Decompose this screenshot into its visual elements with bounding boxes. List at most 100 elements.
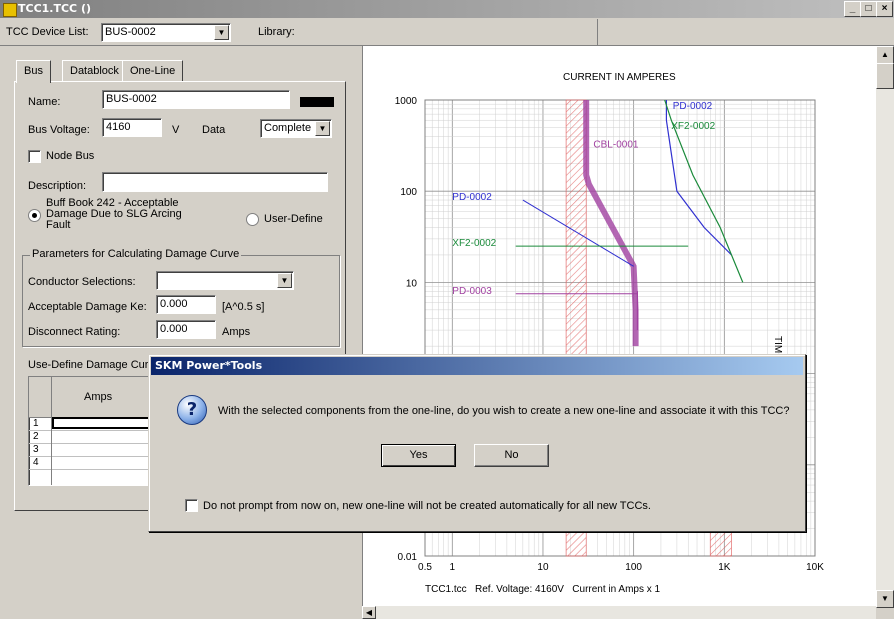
chevron-down-icon[interactable]: ▼: [315, 121, 330, 136]
dialog-title: SKM Power*Tools: [155, 359, 263, 372]
conductor-select[interactable]: ▼: [156, 271, 294, 290]
disconnect-label: Disconnect Rating:: [28, 326, 121, 338]
restore-button[interactable]: □: [860, 1, 877, 17]
voltage-input[interactable]: 4160: [102, 118, 162, 137]
yes-button[interactable]: Yes: [381, 444, 456, 467]
y-tick-label: 10: [406, 278, 418, 289]
grid-cell-active[interactable]: [52, 417, 152, 429]
curve-label: PD-0002: [452, 192, 492, 203]
user-define-radio[interactable]: [246, 213, 259, 226]
grid-row-number: 3: [33, 444, 39, 455]
name-input[interactable]: BUS-0002: [102, 90, 290, 109]
do-not-prompt-checkbox[interactable]: [185, 499, 198, 512]
user-curve-title: Use-Define Damage Cur: [28, 359, 149, 371]
user-define-label: User-Define: [264, 213, 323, 225]
y-tick-label: 1000: [395, 96, 418, 107]
ke-input[interactable]: 0.000: [156, 295, 216, 314]
dialog-titlebar: SKM Power*Tools: [151, 357, 803, 375]
x-tick-label: 1K: [718, 562, 731, 573]
curve-label: PD-0003: [452, 286, 492, 297]
curve-label: XF2-0002: [452, 238, 496, 249]
window-titlebar: TCC1.TCC () _ □ ×: [0, 0, 894, 18]
description-label: Description:: [28, 180, 87, 192]
grid-header: Amps: [52, 377, 159, 418]
device-list-value: BUS-0002: [105, 26, 156, 38]
do-not-prompt-label: Do not prompt from now on, new one-line …: [203, 500, 651, 512]
data-value: Complete: [264, 122, 312, 134]
ke-value: 0.000: [160, 298, 188, 310]
tab-bus[interactable]: Bus: [16, 60, 51, 83]
device-toolbar: TCC Device List: BUS-0002 ▼ Library:: [0, 19, 894, 46]
device-list-select[interactable]: BUS-0002 ▼: [101, 23, 231, 42]
tab-one-line-label: One-Line: [130, 65, 176, 77]
no-label: No: [504, 449, 519, 461]
chevron-down-icon[interactable]: ▼: [214, 25, 229, 40]
buff-book-radio[interactable]: [28, 209, 41, 222]
disconnect-input[interactable]: 0.000: [156, 320, 216, 339]
x-tick-label: 10K: [806, 562, 824, 573]
close-button[interactable]: ×: [876, 1, 893, 17]
tab-datablock[interactable]: Datablock: [62, 60, 127, 81]
grid-row[interactable]: 4: [29, 457, 159, 470]
y-tick-label: 100: [400, 187, 417, 198]
voltage-label: Bus Voltage:: [28, 124, 90, 136]
tcc-curve: [583, 100, 639, 347]
x-tick-label: 100: [625, 562, 642, 573]
minimize-button[interactable]: _: [844, 1, 861, 17]
tab-bus-label: Bus: [24, 65, 43, 77]
grid-row[interactable]: 3: [29, 444, 159, 457]
x-tick-label: 10: [537, 562, 549, 573]
grid-row-divider: [51, 417, 52, 485]
tab-one-line[interactable]: One-Line: [122, 60, 184, 81]
curve-label: CBL-0001: [593, 140, 638, 151]
dialog-message: With the selected components from the on…: [218, 405, 790, 417]
voltage-unit: V: [172, 124, 180, 136]
conductor-label: Conductor Selections:: [28, 276, 136, 288]
node-bus-label: Node Bus: [46, 150, 95, 162]
horizontal-scrollbar[interactable]: ◀: [362, 606, 876, 619]
name-value: BUS-0002: [106, 93, 157, 105]
scroll-down-arrow[interactable]: ▼: [876, 590, 894, 608]
name-label: Name:: [28, 96, 61, 108]
yes-label: Yes: [409, 449, 428, 461]
disconnect-unit: Amps: [222, 326, 251, 338]
voltage-value: 4160: [106, 121, 131, 133]
curve-label: XF2-0002: [671, 121, 715, 132]
y-tick-label: 0.01: [398, 552, 418, 563]
grid-corner: [29, 377, 52, 418]
grid-header-amps: Amps: [84, 391, 113, 403]
data-select[interactable]: Complete ▼: [260, 119, 332, 138]
confirm-dialog: SKM Power*Tools ? With the selected comp…: [148, 354, 806, 532]
x-tick-label: 1: [450, 562, 456, 573]
grid-row[interactable]: 2: [29, 431, 159, 444]
damage-params-title: Parameters for Calculating Damage Curve: [30, 248, 242, 260]
tab-datablock-label: Datablock: [70, 65, 119, 77]
data-label: Data: [202, 124, 226, 136]
scroll-left-arrow[interactable]: ◀: [362, 606, 376, 619]
buff-book-label: Buff Book 242 - Acceptable Damage Due to…: [46, 197, 182, 231]
ke-unit: [A^0.5 s]: [222, 301, 265, 313]
scroll-thumb[interactable]: [876, 63, 894, 89]
chevron-down-icon[interactable]: ▼: [277, 273, 292, 288]
device-list-label: TCC Device List:: [6, 26, 89, 38]
node-bus-checkbox[interactable]: [28, 150, 41, 163]
no-button[interactable]: No: [474, 444, 549, 467]
description-input[interactable]: [102, 172, 328, 192]
scroll-up-arrow[interactable]: ▲: [876, 46, 894, 64]
curve-label: PD-0002: [673, 101, 713, 112]
x-tick-label: 0.5: [418, 562, 432, 573]
bus-color-swatch[interactable]: [300, 97, 334, 107]
grid-row[interactable]: 1: [29, 417, 159, 431]
grid-row-number: 4: [33, 457, 39, 468]
chart-title: CURRENT IN AMPERES: [563, 72, 676, 83]
ke-label: Acceptable Damage Ke:: [28, 301, 147, 313]
chart-footer: TCC1.tcc Ref. Voltage: 4160V Current in …: [425, 584, 661, 595]
user-curve-grid[interactable]: Amps 1 2 3 4: [28, 376, 160, 486]
grid-row-number: 2: [33, 431, 39, 442]
disconnect-value: 0.000: [160, 323, 188, 335]
library-label: Library:: [258, 26, 295, 38]
grid-row-number: 1: [33, 418, 39, 429]
vertical-scrollbar[interactable]: ▲ ▼: [876, 46, 894, 608]
toolbar-divider: [597, 19, 598, 45]
app-icon: [3, 3, 17, 17]
